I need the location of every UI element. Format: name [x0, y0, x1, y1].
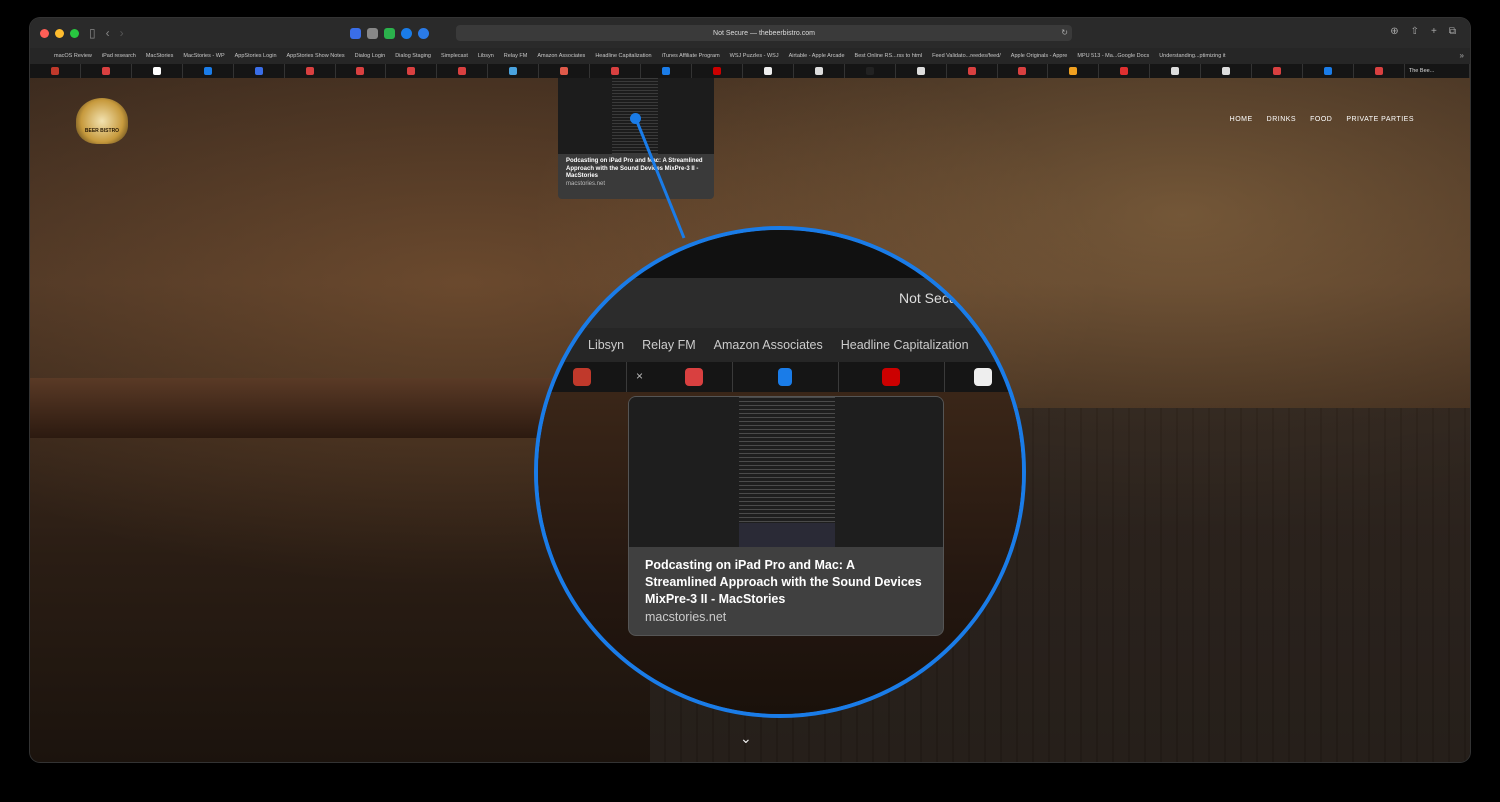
magnified-address-text: Not Secu: [899, 290, 957, 306]
magnified-tab[interactable]: [626, 362, 733, 392]
magnified-preview-domain: macstories.net: [645, 609, 727, 624]
bookmark-amazon-associates[interactable]: Amazon Associates: [714, 338, 823, 352]
magnified-tab[interactable]: [838, 362, 945, 392]
magnified-toolbar: [538, 230, 1022, 278]
magnified-tab[interactable]: [944, 362, 1022, 392]
bookmark-headline-capitalization[interactable]: Headline Capitalization: [841, 338, 969, 352]
nyt-icon: [974, 368, 992, 386]
magnified-preview-thumbnail: [629, 397, 943, 547]
favicon-icon: [573, 368, 591, 386]
magnifier-anchor-dot: [630, 113, 641, 124]
magnified-tab-preview[interactable]: Podcasting on iPad Pro and Mac: A Stream…: [628, 396, 944, 636]
favicon-icon: [685, 368, 703, 386]
magnifier-callout: Not Secu Libsyn Relay FM Amazon Associat…: [534, 226, 1026, 718]
magnified-tab[interactable]: [538, 362, 627, 392]
bookmark-icon: [778, 368, 792, 386]
magnified-bookmarks: Libsyn Relay FM Amazon Associates Headli…: [588, 338, 969, 352]
cnn-icon: [882, 368, 900, 386]
bookmark-libsyn[interactable]: Libsyn: [588, 338, 624, 352]
magnified-tab-hovered[interactable]: [732, 362, 839, 392]
bookmark-relay-fm[interactable]: Relay FM: [642, 338, 695, 352]
magnified-preview-title: Podcasting on iPad Pro and Mac: A Stream…: [645, 558, 922, 606]
